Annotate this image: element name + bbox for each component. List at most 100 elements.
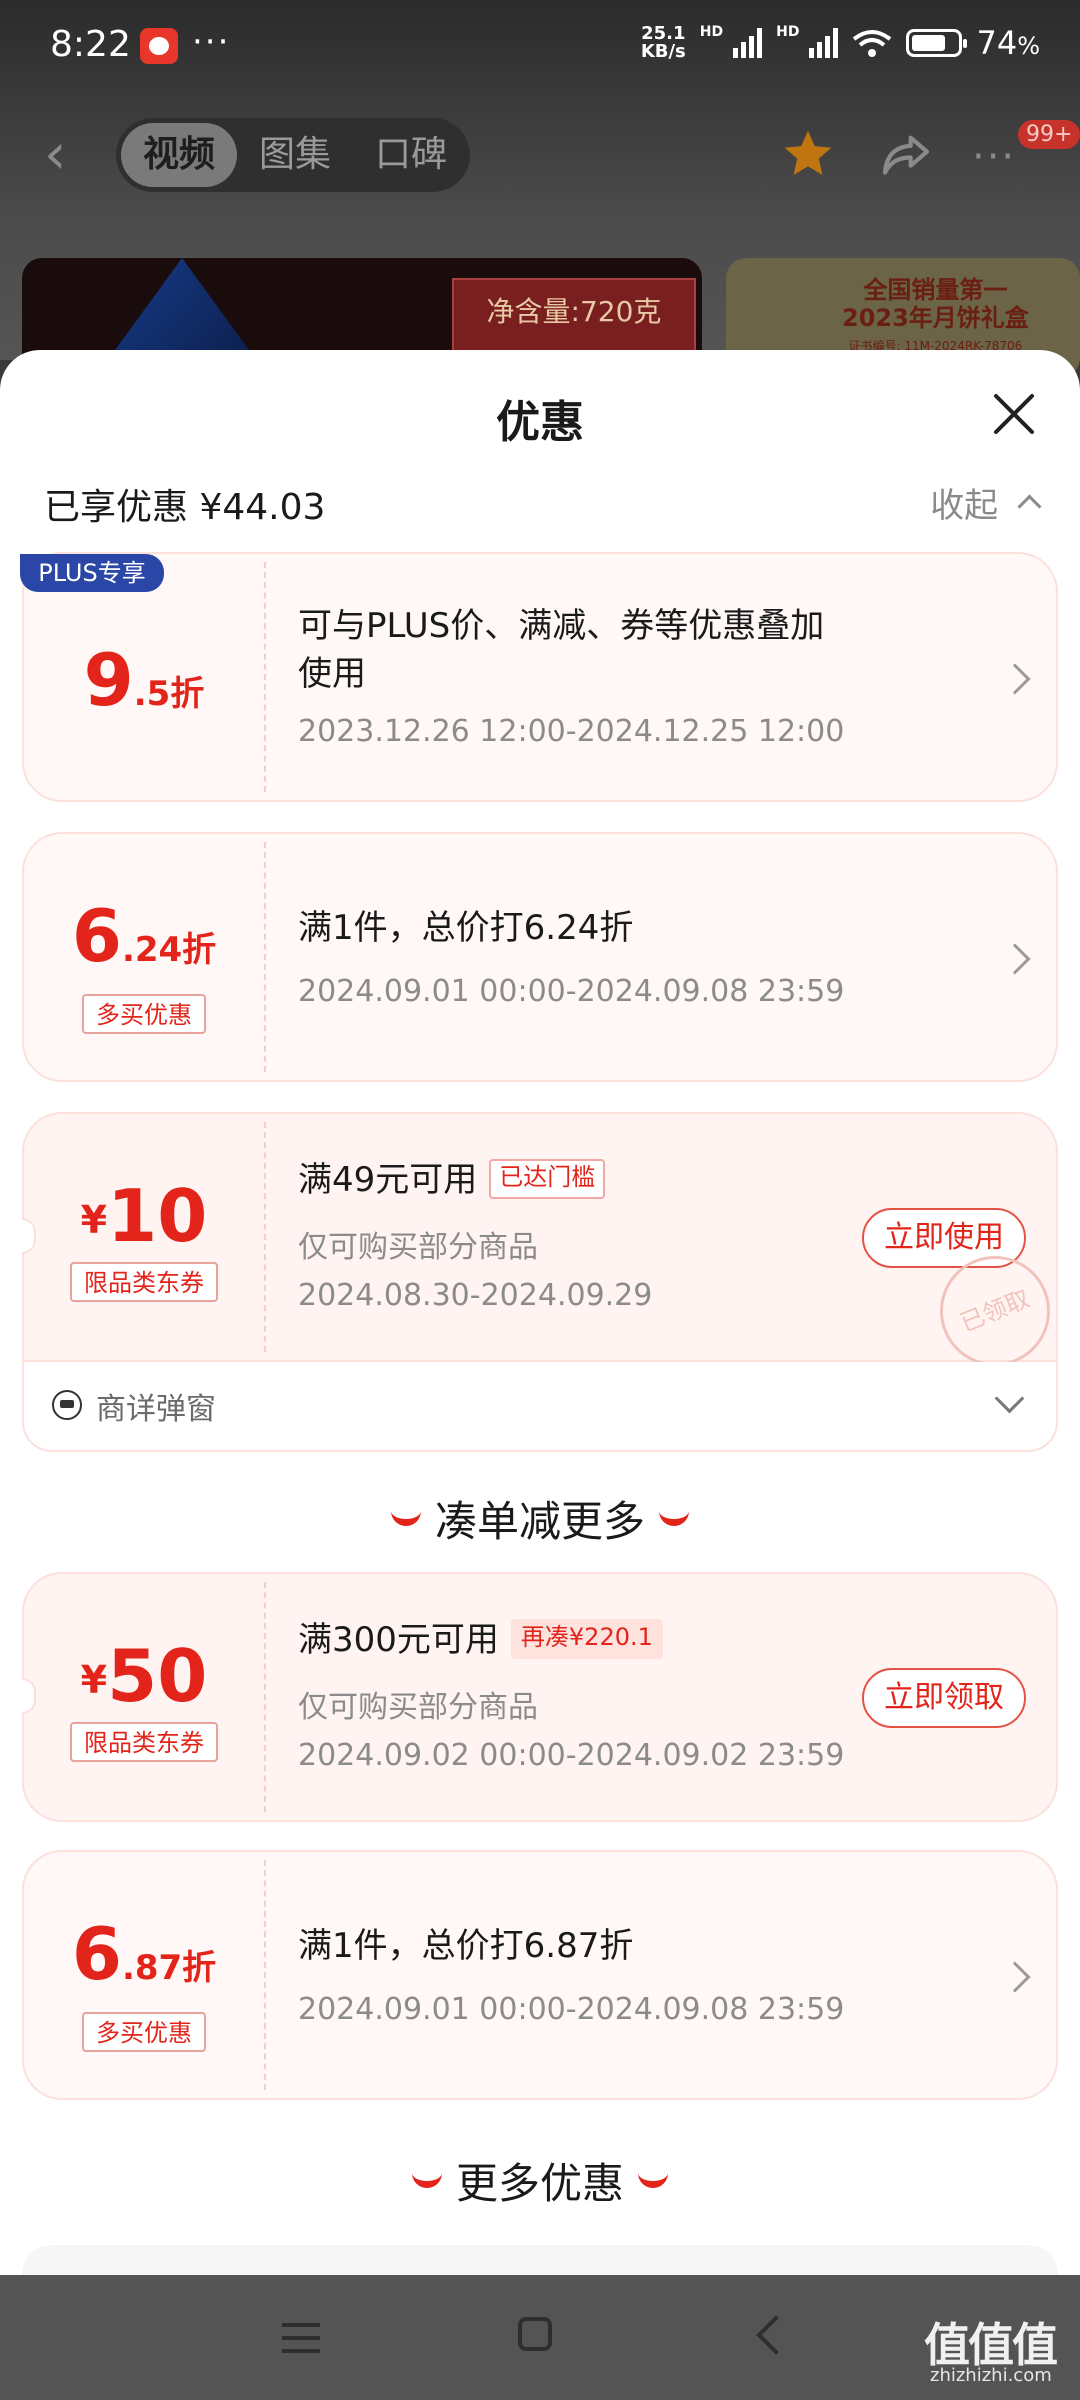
popup-icon — [52, 1390, 82, 1420]
coupon-card-50[interactable]: ¥50 限品类东券 满300元可用 再凑¥220.1 仅可购买部分商品 2024.… — [22, 1572, 1058, 1822]
coupon-condition-text: 满300元可用 — [298, 1620, 499, 1660]
currency-symbol: ¥ — [80, 1658, 108, 1702]
hd-label-2: HD — [776, 24, 800, 40]
status-bar: 8:22 ··· 25.1 KB/s HD HD 74% — [0, 0, 1080, 96]
coupon-card-multi-buy-2[interactable]: 6.87折 多买优惠 满1件，总价打6.87折 2024.09.01 00:00… — [22, 1850, 1058, 2100]
discount-value-big: 9 — [83, 638, 134, 722]
section-more-offers: 更多优惠 — [0, 2150, 1080, 2211]
detail-popup-panel[interactable]: 商详弹窗 — [22, 1362, 1058, 1452]
section-more-savings: 凑单减更多 — [0, 1488, 1080, 1549]
coupon-amount-value: 10 — [107, 1174, 208, 1258]
enjoyed-discount-total: 已享优惠 ¥44.03 — [44, 487, 326, 528]
message-count-badge: 99+ — [1018, 120, 1080, 149]
coupon-scope: 仅可购买部分商品 — [298, 1230, 538, 1265]
media-tabs: 视频 图集 口碑 — [116, 118, 470, 192]
coupon-validity: 2024.09.01 00:00-2024.09.08 23:59 — [298, 974, 845, 1009]
coupon-amount: ¥50 — [24, 1634, 264, 1718]
favorite-star-icon[interactable] — [780, 126, 836, 182]
battery-level — [912, 35, 946, 51]
award-line-2: 2023年月饼礼盒 — [842, 304, 1029, 332]
coupon-validity: 2024.09.01 00:00-2024.09.08 23:59 — [298, 1992, 845, 2027]
coupon-description: 满1件，总价打6.87折 — [298, 1926, 634, 1966]
app-notification-icon — [140, 28, 178, 64]
tab-video[interactable]: 视频 — [121, 123, 238, 187]
card-divider — [264, 1860, 266, 2090]
smile-decoration-icon — [659, 1503, 689, 1526]
discount-value-big: 6 — [71, 894, 122, 978]
award-text: 全国销量第一 2023年月饼礼盒 证书编号: 11M-2024RK-78706 — [842, 276, 1029, 360]
chevron-right-icon[interactable] — [999, 943, 1031, 975]
smile-decoration-icon — [638, 2165, 668, 2188]
category-coupon-tag: 限品类东券 — [70, 1722, 218, 1762]
status-right-group: 25.1 KB/s HD HD 74% — [641, 24, 1040, 62]
smile-decoration-icon — [390, 1503, 421, 1526]
coupon-amount-value: 50 — [107, 1634, 208, 1718]
claim-now-button[interactable]: 立即领取 — [862, 1668, 1026, 1728]
more-offers-list-start — [22, 2245, 1058, 2275]
card-divider — [264, 842, 266, 1072]
coupon-condition: 满49元可用 已达门槛 — [298, 1156, 606, 1204]
close-icon[interactable] — [990, 390, 1038, 438]
chevron-right-icon[interactable] — [999, 663, 1031, 695]
tab-reviews[interactable]: 口碑 — [353, 123, 469, 187]
coupon-condition-text: 满49元可用 — [298, 1160, 478, 1200]
hd-label-1: HD — [699, 24, 724, 40]
network-speed-unit: KB/s — [640, 41, 686, 62]
multi-buy-tag: 多买优惠 — [82, 2012, 206, 2052]
coupon-description: 满1件，总价打6.24折 — [298, 908, 634, 948]
battery-percentage: 74% — [976, 24, 1040, 62]
sheet-title: 优惠 — [496, 397, 584, 448]
tab-gallery[interactable]: 图集 — [237, 123, 353, 187]
coupon-amount: ¥10 — [24, 1174, 264, 1258]
coupon-validity: 2023.12.26 12:00-2024.12.25 12:00 — [298, 714, 845, 749]
network-speed: 25.1 KB/s — [641, 25, 686, 61]
category-coupon-tag: 限品类东券 — [70, 1262, 218, 1302]
coupon-description: 可与PLUS价、满减、券等优惠叠加 使用 — [298, 602, 824, 698]
award-line-1: 全国销量第一 — [863, 276, 1008, 304]
discount-value-big: 6 — [71, 1912, 122, 1996]
battery-percentage-unit: % — [1017, 32, 1040, 60]
discount-value: 9.5折 — [24, 638, 264, 722]
discount-value: 6.87折 — [24, 1912, 264, 1996]
system-navigation-bar: 值值值 zhizhizhi.com — [0, 2275, 1080, 2400]
section-more-savings-label: 凑单减更多 — [434, 1497, 645, 1546]
coupon-validity: 2024.08.30-2024.09.29 — [298, 1278, 653, 1313]
coupon-card-multi-buy[interactable]: 6.24折 多买优惠 满1件，总价打6.24折 2024.09.01 00:00… — [22, 832, 1058, 1082]
battery-percentage-value: 74 — [976, 24, 1018, 62]
remaining-amount-chip: 再凑¥220.1 — [510, 1619, 663, 1659]
wifi-icon — [852, 28, 892, 58]
home-icon[interactable] — [518, 2317, 552, 2351]
product-nav-row: ‹ 视频 图集 口碑 ··· 99+ — [0, 110, 1080, 200]
discount-value-small: .5折 — [133, 674, 205, 714]
multi-buy-tag: 多买优惠 — [82, 994, 206, 1034]
more-options-icon[interactable]: ··· — [972, 134, 1016, 180]
card-divider — [264, 1582, 266, 1812]
more-notifications-icon: ··· — [192, 22, 231, 62]
collapse-button[interactable]: 收起 — [930, 478, 1042, 527]
chevron-down-icon[interactable] — [994, 1383, 1025, 1414]
discount-value-small: .87折 — [121, 1948, 217, 1988]
section-more-offers-label: 更多优惠 — [455, 2159, 624, 2208]
coupon-description-line-1: 可与PLUS价、满减、券等优惠叠加 — [298, 606, 825, 646]
net-weight-label: 净含量:720克 — [452, 278, 696, 352]
product-page-background: 8:22 ··· 25.1 KB/s HD HD 74% ‹ 视频 图集 口碑 — [0, 0, 1080, 378]
chevron-right-icon[interactable] — [999, 1961, 1031, 1993]
coupon-description-line-2: 使用 — [298, 654, 366, 694]
coupon-scope: 仅可购买部分商品 — [298, 1690, 538, 1725]
coupon-condition: 满300元可用 再凑¥220.1 — [298, 1616, 663, 1664]
coupon-card-10[interactable]: ¥10 限品类东券 满49元可用 已达门槛 仅可购买部分商品 2024.08.30… — [22, 1112, 1067, 1383]
recent-apps-icon[interactable] — [282, 2323, 320, 2353]
discount-sheet: 优惠 已享优惠 ¥44.03 收起 9.5折 可与PLUS价、满减、券等优惠叠加… — [0, 350, 1080, 2275]
collapse-label: 收起 — [930, 486, 999, 526]
smile-decoration-icon — [411, 2165, 442, 2188]
signal-icon-1 — [733, 28, 763, 58]
card-divider — [264, 1122, 266, 1352]
chevron-up-icon — [1017, 494, 1042, 519]
share-icon[interactable] — [878, 126, 934, 182]
back-button[interactable]: ‹ — [44, 127, 84, 183]
discount-value: 6.24折 — [24, 894, 264, 978]
threshold-reached-chip: 已达门槛 — [489, 1159, 606, 1199]
battery-icon — [906, 29, 968, 57]
back-icon[interactable] — [756, 2315, 796, 2355]
coupon-card-plus[interactable]: 9.5折 可与PLUS价、满减、券等优惠叠加 使用 2023.12.26 12:… — [22, 552, 1058, 802]
